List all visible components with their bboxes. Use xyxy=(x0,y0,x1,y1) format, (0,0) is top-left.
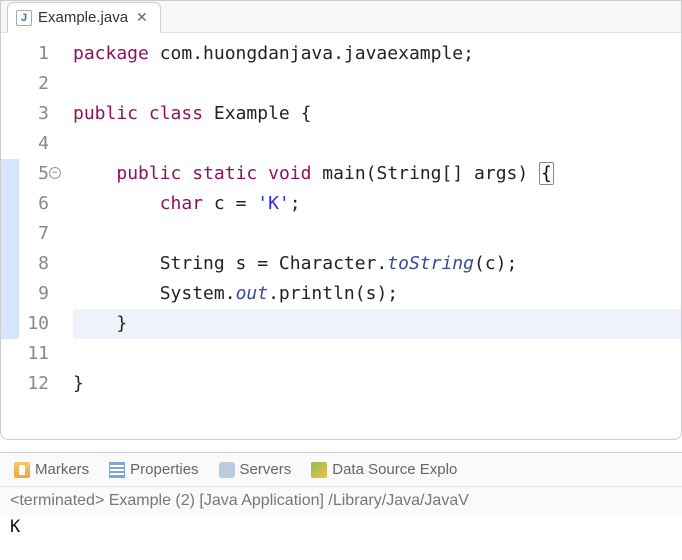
token-kw: public xyxy=(116,163,181,184)
java-file-icon: J xyxy=(16,10,32,26)
token-plain xyxy=(138,103,149,124)
marker-cell xyxy=(1,339,19,369)
code-line[interactable]: char c = 'K'; xyxy=(73,189,681,219)
token-plain: System. xyxy=(73,283,236,304)
token-plain: (c); xyxy=(474,253,517,274)
token-plain xyxy=(73,193,160,214)
marker-cell xyxy=(1,69,19,99)
line-number: 1 xyxy=(19,39,49,69)
marker-cell xyxy=(1,129,19,159)
tab-datasource[interactable]: Data Source Explo xyxy=(305,459,463,480)
line-number: 5− xyxy=(19,159,49,189)
marker-cell xyxy=(1,189,19,219)
token-static-ref: toString xyxy=(387,253,474,274)
code-line[interactable]: package com.huongdanjava.javaexample; xyxy=(73,39,681,69)
tab-filename: Example.java xyxy=(38,9,128,26)
code-line[interactable] xyxy=(73,339,681,369)
code-line[interactable]: System.out.println(s); xyxy=(73,279,681,309)
marker-cell xyxy=(1,309,19,339)
line-number: 3 xyxy=(19,99,49,129)
console-status: <terminated> Example (2) [Java Applicati… xyxy=(0,487,682,515)
tab-properties-label: Properties xyxy=(130,461,198,478)
line-number: 11 xyxy=(19,339,49,369)
token-plain: } xyxy=(73,313,127,334)
marker-cell xyxy=(1,99,19,129)
code-area[interactable]: 12345−6789101112 package com.huongdanjav… xyxy=(1,33,681,439)
code-line[interactable]: } xyxy=(73,369,681,399)
token-kw: static xyxy=(192,163,257,184)
token-plain: .println(s); xyxy=(268,283,398,304)
token-plain: String s = Character. xyxy=(73,253,387,274)
marker-cell xyxy=(1,219,19,249)
marker-cell xyxy=(1,279,19,309)
code-line[interactable] xyxy=(73,129,681,159)
tab-datasource-label: Data Source Explo xyxy=(332,461,457,478)
token-bracket-hl: { xyxy=(539,162,554,185)
tab-servers[interactable]: Servers xyxy=(213,459,298,480)
servers-icon xyxy=(219,462,235,478)
tab-properties[interactable]: Properties xyxy=(103,459,204,480)
token-kw: char xyxy=(160,193,203,214)
line-number: 12 xyxy=(19,369,49,399)
line-number: 9 xyxy=(19,279,49,309)
token-kw: class xyxy=(149,103,203,124)
token-kw: void xyxy=(268,163,311,184)
code-line[interactable]: public class Example { xyxy=(73,99,681,129)
code-line[interactable]: } xyxy=(73,309,681,339)
token-static-ref: out xyxy=(236,283,269,304)
line-number: 2 xyxy=(19,69,49,99)
line-number: 4 xyxy=(19,129,49,159)
token-plain: c = xyxy=(203,193,257,214)
console-tab-bar: Markers Properties Servers Data Source E… xyxy=(0,453,682,487)
token-plain xyxy=(73,163,116,184)
console-output: K xyxy=(0,515,682,547)
editor-tab[interactable]: J Example.java ✕ xyxy=(7,2,161,33)
tab-servers-label: Servers xyxy=(240,461,292,478)
close-icon[interactable]: ✕ xyxy=(134,9,150,26)
code-line[interactable] xyxy=(73,219,681,249)
fold-icon[interactable]: − xyxy=(49,167,61,179)
token-plain xyxy=(257,163,268,184)
properties-icon xyxy=(109,462,125,478)
editor-pane: J Example.java ✕ 12345−6789101112 packag… xyxy=(0,0,682,440)
token-plain: Example { xyxy=(203,103,311,124)
marker-cell xyxy=(1,249,19,279)
code-line[interactable]: String s = Character.toString(c); xyxy=(73,249,681,279)
line-number: 7 xyxy=(19,219,49,249)
token-str: 'K' xyxy=(257,193,290,214)
token-plain: main(String[] args) xyxy=(311,163,539,184)
token-plain: com.huongdanjava.javaexample; xyxy=(149,43,474,64)
code-line[interactable]: public static void main(String[] args) { xyxy=(73,159,681,189)
line-gutter: 12345−6789101112 xyxy=(19,39,57,439)
line-number: 8 xyxy=(19,249,49,279)
markers-icon xyxy=(14,462,30,478)
token-kw: package xyxy=(73,43,149,64)
marker-cell xyxy=(1,39,19,69)
token-kw: public xyxy=(73,103,138,124)
tab-markers[interactable]: Markers xyxy=(8,459,95,480)
console-panel: Markers Properties Servers Data Source E… xyxy=(0,452,682,547)
token-plain: ; xyxy=(290,193,301,214)
tab-bar: J Example.java ✕ xyxy=(1,1,681,33)
datasource-icon xyxy=(311,462,327,478)
tab-markers-label: Markers xyxy=(35,461,89,478)
marker-ruler xyxy=(1,39,19,439)
code-line[interactable] xyxy=(73,69,681,99)
token-plain: } xyxy=(73,373,84,394)
line-number: 10 xyxy=(19,309,49,339)
marker-cell xyxy=(1,369,19,399)
line-number: 6 xyxy=(19,189,49,219)
marker-cell xyxy=(1,159,19,189)
code-content[interactable]: package com.huongdanjava.javaexample; pu… xyxy=(57,39,681,439)
token-plain xyxy=(181,163,192,184)
